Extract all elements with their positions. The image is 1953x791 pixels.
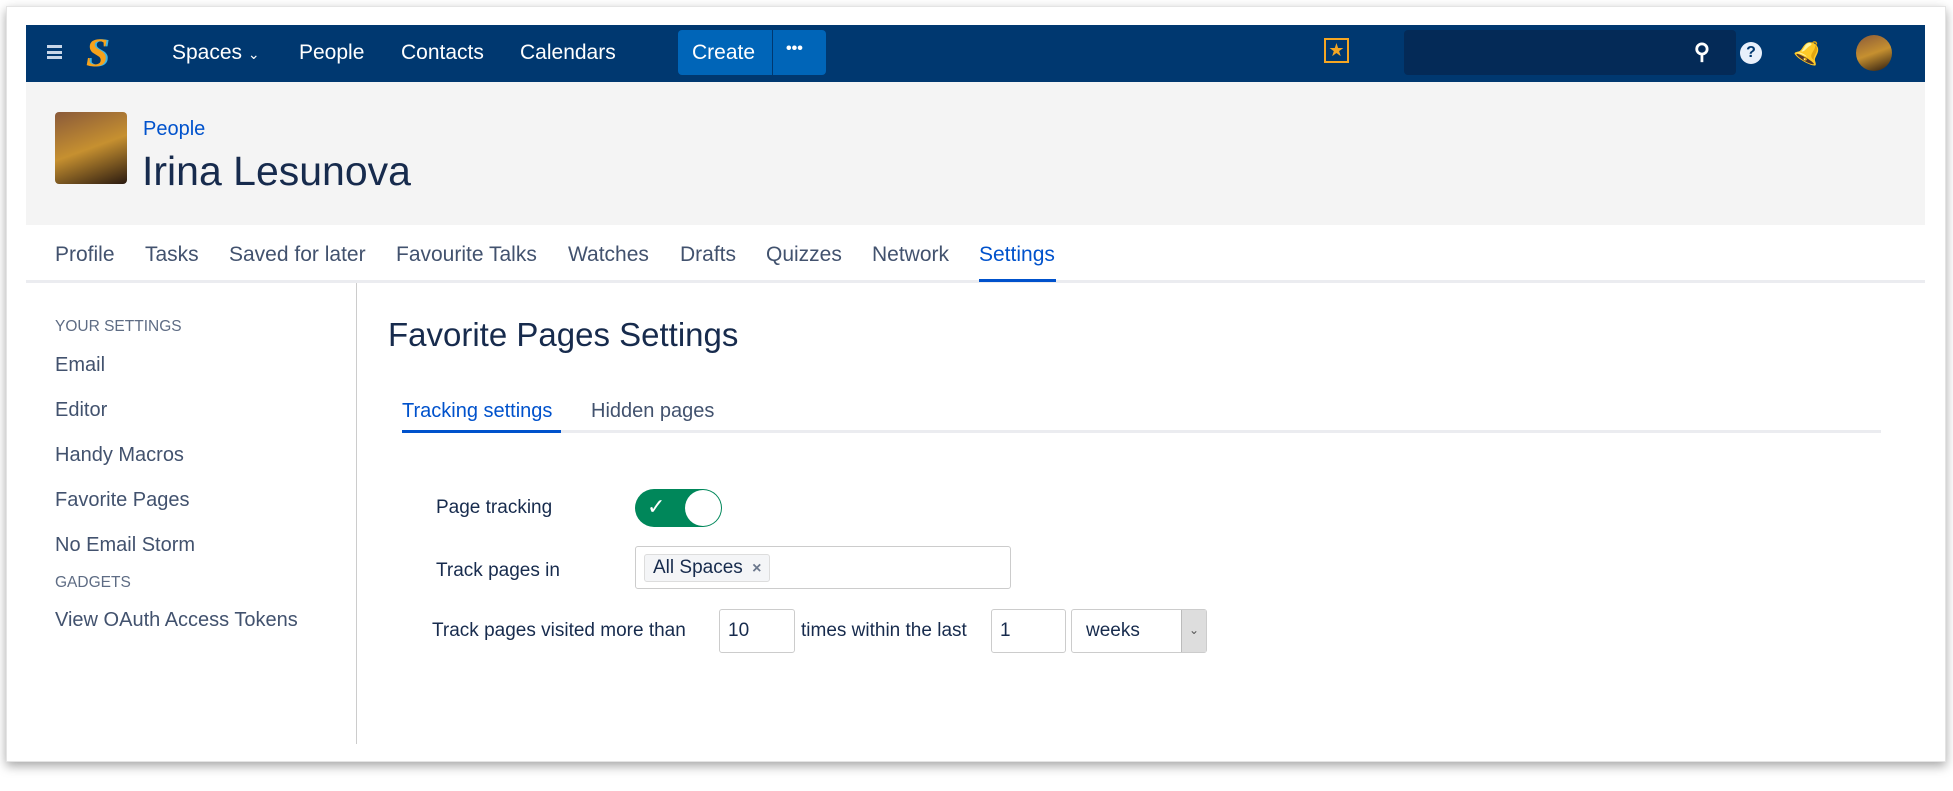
- subtab-tracking-settings[interactable]: Tracking settings: [402, 400, 552, 423]
- visited-mid-label: times within the last: [801, 620, 967, 641]
- subtabs-divider: [402, 430, 1881, 433]
- more-button[interactable]: •••: [786, 40, 803, 58]
- chevron-down-icon: ⌄: [1181, 610, 1206, 652]
- top-nav: S Spaces ⌄ People Contacts Calendars Cre…: [26, 25, 1925, 82]
- all-spaces-tag: All Spaces ×: [644, 553, 771, 582]
- period-count-value: 1: [1000, 620, 1011, 641]
- sidebar-item-email[interactable]: Email: [55, 354, 105, 377]
- search-input[interactable]: ⚲: [1404, 30, 1736, 75]
- favorite-star-icon[interactable]: ★: [1324, 38, 1349, 63]
- tab-profile[interactable]: Profile: [55, 243, 115, 267]
- tabs-divider: [26, 280, 1925, 283]
- tag-label: All Spaces: [653, 556, 743, 578]
- period-unit-value: weeks: [1086, 620, 1140, 641]
- sidebar-item-handy-macros[interactable]: Handy Macros: [55, 444, 184, 467]
- visited-count-value: 10: [728, 620, 750, 641]
- page-tracking-toggle[interactable]: ✓: [635, 489, 722, 527]
- profile-header: People Irina Lesunova: [26, 82, 1925, 225]
- chevron-down-icon: ⌄: [247, 46, 260, 62]
- tab-tasks[interactable]: Tasks: [145, 243, 199, 267]
- period-count-input[interactable]: 1: [991, 609, 1066, 653]
- create-group: Create •••: [678, 30, 826, 75]
- period-unit-select[interactable]: weeks ⌄: [1071, 609, 1207, 653]
- spaces-label: Spaces: [172, 41, 243, 64]
- track-in-field[interactable]: All Spaces ×: [635, 546, 1011, 589]
- nav-contacts[interactable]: Contacts: [401, 41, 484, 65]
- sidebar-item-favorite-pages[interactable]: Favorite Pages: [55, 489, 190, 512]
- tab-settings[interactable]: Settings: [979, 243, 1055, 267]
- menu-icon[interactable]: [47, 45, 62, 59]
- create-button[interactable]: Create: [692, 41, 755, 65]
- sidebar-heading-your-settings: YOUR SETTINGS: [55, 318, 182, 335]
- subtab-hidden-pages[interactable]: Hidden pages: [591, 400, 714, 423]
- track-in-label: Track pages in: [436, 560, 560, 581]
- notifications-bell-icon[interactable]: 🔔: [1791, 34, 1828, 70]
- toggle-knob: [685, 490, 721, 526]
- visited-count-input[interactable]: 10: [719, 609, 795, 653]
- spaces-menu[interactable]: Spaces ⌄: [172, 41, 260, 65]
- breadcrumb-people[interactable]: People: [143, 118, 205, 141]
- tab-watches[interactable]: Watches: [568, 243, 649, 267]
- sidebar-item-editor[interactable]: Editor: [55, 399, 107, 422]
- nav-people[interactable]: People: [299, 41, 364, 65]
- tab-network[interactable]: Network: [872, 243, 949, 267]
- sidebar-item-oauth-tokens[interactable]: View OAuth Access Tokens: [55, 609, 298, 632]
- nav-calendars[interactable]: Calendars: [520, 41, 616, 65]
- active-subtab-indicator: [402, 430, 561, 433]
- page-title: Irina Lesunova: [142, 148, 411, 194]
- page-tracking-label: Page tracking: [436, 497, 553, 518]
- sidebar-divider: [356, 283, 357, 744]
- check-icon: ✓: [647, 494, 666, 519]
- search-icon: ⚲: [1693, 39, 1710, 64]
- profile-avatar: [55, 112, 127, 184]
- help-icon[interactable]: ?: [1740, 42, 1762, 64]
- visited-prefix-label: Track pages visited more than: [432, 620, 686, 641]
- sidebar-heading-gadgets: GADGETS: [55, 574, 131, 591]
- sidebar-item-no-email-storm[interactable]: No Email Storm: [55, 534, 195, 557]
- tab-quizzes[interactable]: Quizzes: [766, 243, 842, 267]
- settings-title: Favorite Pages Settings: [388, 316, 739, 353]
- active-tab-indicator: [979, 279, 1056, 282]
- logo-icon[interactable]: S: [86, 29, 108, 76]
- tab-drafts[interactable]: Drafts: [680, 243, 736, 267]
- tab-saved-for-later[interactable]: Saved for later: [229, 243, 366, 267]
- remove-tag-icon[interactable]: ×: [752, 560, 761, 577]
- tab-favourite-talks[interactable]: Favourite Talks: [396, 243, 537, 267]
- user-avatar[interactable]: [1856, 35, 1892, 71]
